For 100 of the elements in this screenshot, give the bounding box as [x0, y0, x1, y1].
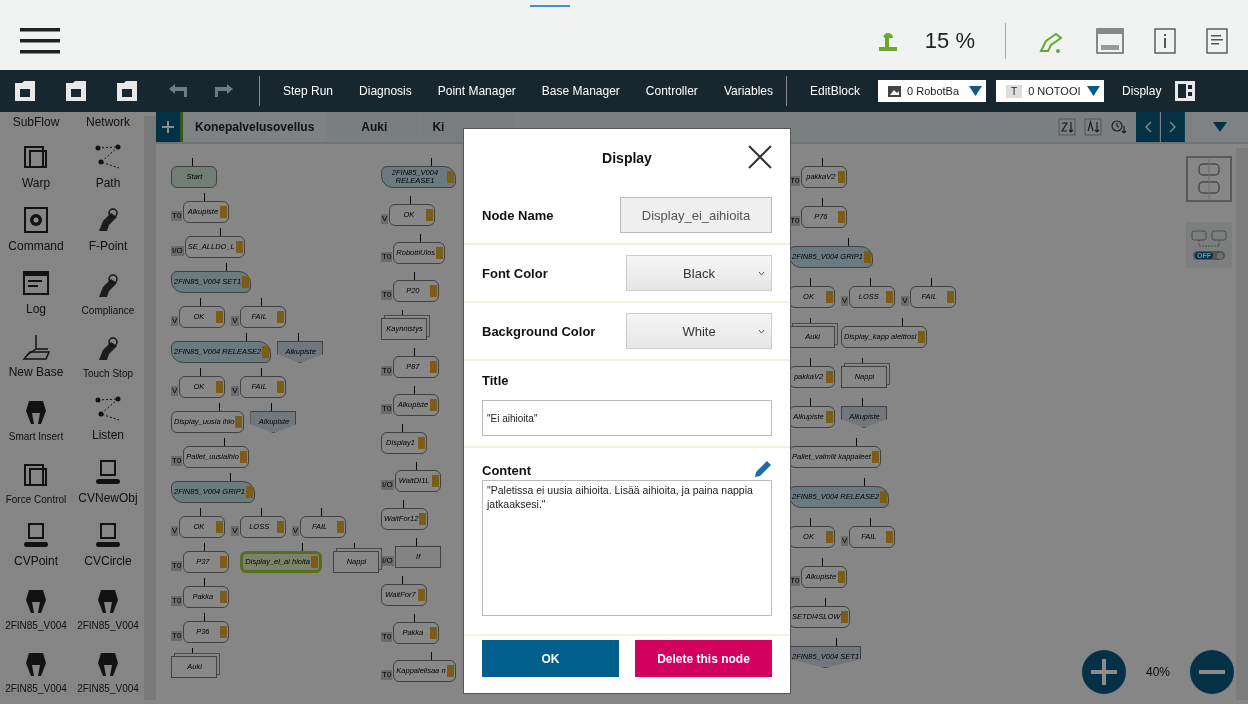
folder-icon[interactable]: [65, 80, 87, 102]
node-tag: T0: [381, 290, 393, 300]
node-palette-item[interactable]: 2FIN85_V004: [0, 637, 72, 700]
node-name-field[interactable]: Display_ei_aihioita: [620, 197, 772, 233]
field-label: Node Name: [482, 207, 554, 223]
node-status-icon: [220, 206, 228, 218]
toolbar-button[interactable]: Display: [1110, 84, 1174, 98]
node-tag: T0: [171, 211, 183, 221]
toolbar-button[interactable]: Point Manager: [425, 84, 528, 98]
node-palette-item[interactable]: CVNewObj: [72, 448, 144, 511]
split-panel-icon[interactable]: [1174, 80, 1197, 102]
node-tag: V: [841, 536, 849, 546]
content-field[interactable]: "Paletissa ei uusia aihioita. Lisää aihioita, ja paina nappia jatkaaksesi.": [482, 480, 772, 616]
node-palette-item[interactable]: 2FIN85_V004: [0, 574, 72, 637]
node-status-icon: [886, 291, 894, 303]
node-palette-item[interactable]: CVCircle: [72, 511, 144, 574]
node-tag: I/O: [171, 246, 184, 256]
node-status-icon: [426, 209, 434, 221]
tool-select[interactable]: T 0 NOTOOI: [996, 80, 1105, 102]
connector-line: [810, 278, 811, 286]
node-palette-item[interactable]: New Base: [0, 322, 72, 385]
close-button[interactable]: [748, 145, 772, 169]
pencil-icon[interactable]: [754, 460, 772, 478]
node-status-icon: [242, 276, 250, 288]
title-field[interactable]: "Ei aihioita": [482, 400, 772, 436]
node-palette-item[interactable]: Path: [72, 133, 144, 196]
add-tab-button[interactable]: [156, 112, 180, 142]
dialog-button[interactable]: Delete this node: [635, 640, 772, 677]
node-status-icon: [430, 285, 438, 297]
base-select[interactable]: 0 RobotBa: [878, 80, 987, 102]
node-palette-item[interactable]: Command: [0, 196, 72, 259]
toolbar-button[interactable]: Controller: [633, 84, 710, 98]
node-status-icon: [841, 611, 849, 623]
connector-line: [200, 368, 202, 376]
node-tag: T0: [381, 366, 393, 376]
info-icon[interactable]: [1154, 28, 1176, 54]
triangle-down-icon: [1213, 122, 1227, 132]
node-status-icon: [418, 589, 425, 601]
node-palette-item[interactable]: Log: [0, 259, 72, 322]
node-tag: V: [231, 526, 239, 536]
node-palette-item[interactable]: 2FIN85_V004: [72, 574, 144, 637]
clock-sort-icon[interactable]: [1110, 118, 1128, 136]
log-icon: [21, 268, 51, 298]
node-palette-item[interactable]: Force Control: [0, 448, 72, 511]
node-palette-item[interactable]: Listen: [72, 385, 144, 448]
connector-line: [862, 398, 863, 406]
node-status-icon: [430, 399, 438, 411]
toolbar-button[interactable]: Base Manager: [529, 84, 632, 98]
toolbar-button[interactable]: Step Run: [271, 84, 346, 98]
node-tag: V: [901, 296, 909, 306]
zoom-in-button[interactable]: [1081, 650, 1126, 694]
speed-value: 15 %: [924, 28, 975, 54]
node-status-icon: [220, 626, 228, 638]
font-color-select[interactable]: Black: [626, 255, 772, 291]
node-tag: T0: [381, 404, 393, 414]
redo-icon[interactable]: [213, 83, 235, 99]
zoom-out-button[interactable]: [1190, 650, 1234, 694]
node-palette-item[interactable]: Touch Stop: [72, 322, 144, 385]
node-palette-item[interactable]: Compliance: [72, 259, 144, 322]
sort-descending-icon[interactable]: [1058, 118, 1076, 136]
node-palette-item[interactable]: 2FIN85_V004: [72, 637, 144, 700]
node-status-icon: [220, 591, 228, 603]
toolbar-button[interactable]: EditBlock: [798, 84, 873, 98]
field-label: Title: [482, 373, 510, 388]
connector-line: [930, 278, 932, 286]
node-status-icon: [419, 513, 427, 525]
undo-icon[interactable]: [167, 83, 189, 99]
connector-line: [402, 576, 403, 584]
node-palette-item[interactable]: F-Point: [72, 196, 144, 259]
dialog-button[interactable]: OK: [482, 640, 619, 677]
node-palette-item[interactable]: Smart Insert: [0, 385, 72, 448]
field-label: Font Color: [482, 265, 548, 281]
background-color-select[interactable]: White: [626, 313, 772, 349]
menu-icon[interactable]: [20, 26, 60, 56]
connector-line: [855, 438, 857, 446]
folder-icon[interactable]: [116, 80, 138, 102]
folder-icon[interactable]: [14, 80, 36, 102]
scrollbar[interactable]: [144, 116, 156, 700]
connector-line: [298, 333, 300, 341]
node-tag: V: [381, 214, 389, 224]
node-palette-item[interactable]: CVPoint: [0, 511, 72, 574]
connector-line: [200, 298, 202, 306]
toolbar-button[interactable]: Diagnosis: [347, 84, 424, 98]
node-status-icon: [838, 211, 846, 223]
node-tag: T0: [171, 456, 183, 466]
connector-line: [431, 158, 432, 166]
connector-line: [226, 263, 228, 271]
connector-line: [301, 543, 303, 551]
document-icon[interactable]: [1206, 28, 1228, 54]
monitor-icon[interactable]: [1096, 28, 1124, 54]
sort-ascending-icon[interactable]: [1084, 118, 1102, 136]
node-status-icon: [826, 411, 833, 423]
connector-line: [415, 462, 417, 470]
node-palette-item[interactable]: SubFlow: [0, 115, 72, 135]
toolbar-button[interactable]: Variables: [711, 84, 785, 98]
node-palette-item[interactable]: Warp: [0, 133, 72, 196]
chevron-left-icon: [1143, 121, 1152, 133]
path-icon: [93, 142, 123, 172]
connector-line: [402, 424, 403, 432]
node-palette-item[interactable]: Network: [72, 115, 144, 135]
